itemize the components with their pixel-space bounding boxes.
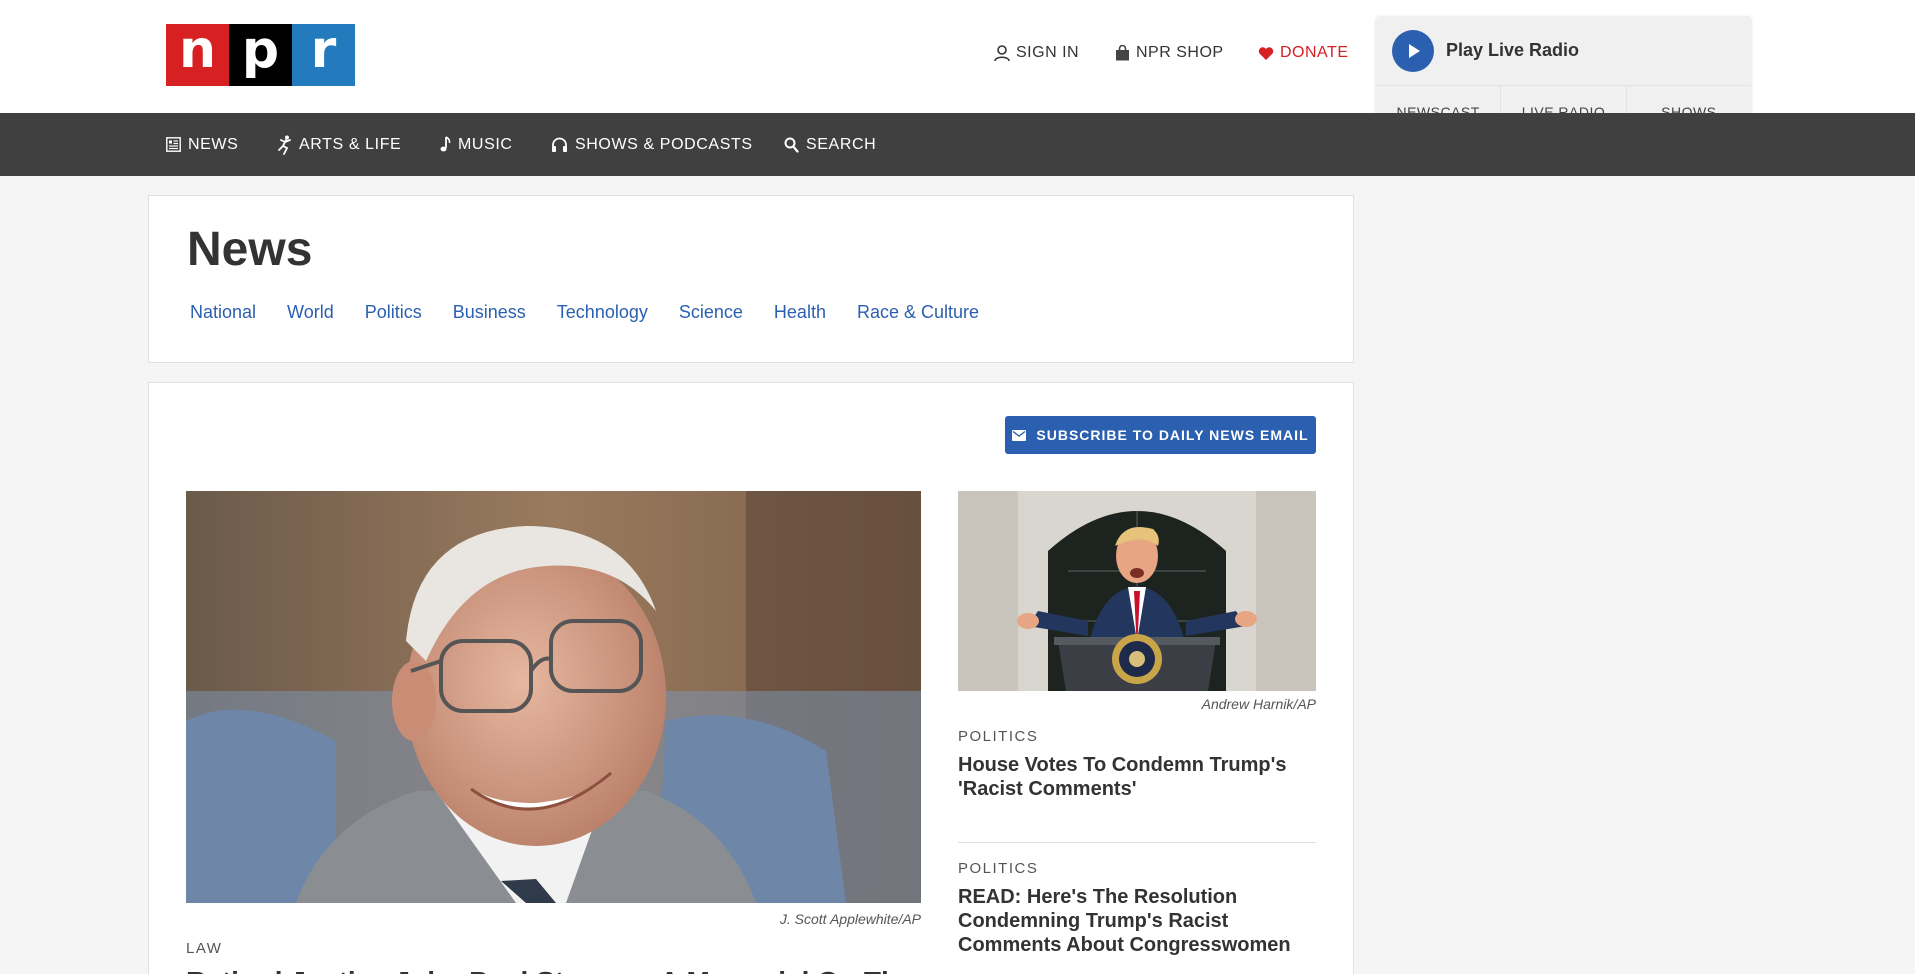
sign-in-label: SIGN IN <box>1016 44 1080 61</box>
nav-label-arts-life: ARTS & LIFE <box>299 135 402 153</box>
side-story-2-headline[interactable]: READ: Here's The Resolution Condemning T… <box>958 885 1298 957</box>
nav-item-search[interactable]: SEARCH <box>784 113 876 176</box>
nav-item-music[interactable]: MUSIC <box>440 113 513 176</box>
search-icon <box>784 137 799 153</box>
shop-label: NPR SHOP <box>1136 44 1224 61</box>
headphones-icon <box>552 137 567 152</box>
nav-item-shows-podcasts[interactable]: SHOWS & PODCASTS <box>551 113 753 176</box>
nav-label-search: SEARCH <box>806 135 877 153</box>
logo-letter-n: n <box>166 24 229 86</box>
subnav-health[interactable]: Health <box>774 302 826 323</box>
nav-label-shows-podcasts: SHOWS & PODCASTS <box>575 135 753 153</box>
logo-letter-p: p <box>229 24 292 86</box>
side-story-1-slug[interactable]: POLITICS <box>958 728 1038 745</box>
story-divider <box>958 842 1316 843</box>
donate-label: DONATE <box>1280 44 1349 61</box>
shopping-bag-icon <box>1116 45 1129 61</box>
arts-icon <box>278 135 291 155</box>
play-live-radio-label: Play Live Radio <box>1446 40 1580 60</box>
user-icon <box>994 44 1010 61</box>
nav-item-news[interactable]: NEWS <box>166 113 238 176</box>
news-icon <box>166 137 181 152</box>
section-header-card: News National World Politics Business Te… <box>148 195 1354 363</box>
subnav-world[interactable]: World <box>287 302 334 323</box>
side-image-credit: Andrew Harnik/AP <box>1201 696 1316 712</box>
heart-icon <box>1258 46 1274 60</box>
hero-headline[interactable]: Retired Justice John Paul Stevens: A Mem… <box>186 966 921 974</box>
subnav-race-culture[interactable]: Race & Culture <box>857 302 979 323</box>
nav-item-arts-life[interactable]: ARTS & LIFE <box>278 113 401 176</box>
hero-slug[interactable]: LAW <box>186 940 222 957</box>
subscribe-button[interactable]: SUBSCRIBE TO DAILY NEWS EMAIL <box>1005 416 1316 454</box>
side-story-1-headline[interactable]: House Votes To Condemn Trump's 'Racist C… <box>958 753 1298 801</box>
section-subnav: National World Politics Business Technol… <box>190 302 1010 323</box>
stories-card: SUBSCRIBE TO DAILY NEWS EMAIL J. Scott A… <box>148 382 1354 974</box>
hero-story-image[interactable] <box>186 491 921 903</box>
subnav-science[interactable]: Science <box>679 302 743 323</box>
main-nav: NEWS ARTS & LIFE MUSIC SHOWS & PODCASTS … <box>0 113 1915 176</box>
play-live-radio-button[interactable]: Play Live Radio <box>1376 16 1751 85</box>
subnav-technology[interactable]: Technology <box>557 302 648 323</box>
side-story-2-slug[interactable]: POLITICS <box>958 860 1038 877</box>
envelope-icon <box>1012 429 1027 441</box>
subscribe-label: SUBSCRIBE TO DAILY NEWS EMAIL <box>1036 427 1309 443</box>
page-title: News <box>187 223 313 276</box>
play-icon[interactable] <box>1392 29 1434 72</box>
sign-in-link[interactable]: SIGN IN <box>994 44 1079 62</box>
nav-label-news: NEWS <box>188 135 239 153</box>
donate-link[interactable]: DONATE <box>1258 44 1348 62</box>
subnav-politics[interactable]: Politics <box>365 302 422 323</box>
music-note-icon <box>440 136 451 152</box>
nav-label-music: MUSIC <box>458 135 513 153</box>
npr-shop-link[interactable]: NPR SHOP <box>1115 44 1224 62</box>
side-story-image[interactable] <box>958 491 1316 691</box>
subnav-business[interactable]: Business <box>453 302 526 323</box>
hero-image-credit: J. Scott Applewhite/AP <box>779 911 921 927</box>
subnav-national[interactable]: National <box>190 302 256 323</box>
logo-letter-r: r <box>292 24 355 86</box>
npr-logo[interactable]: n p r <box>166 24 355 86</box>
